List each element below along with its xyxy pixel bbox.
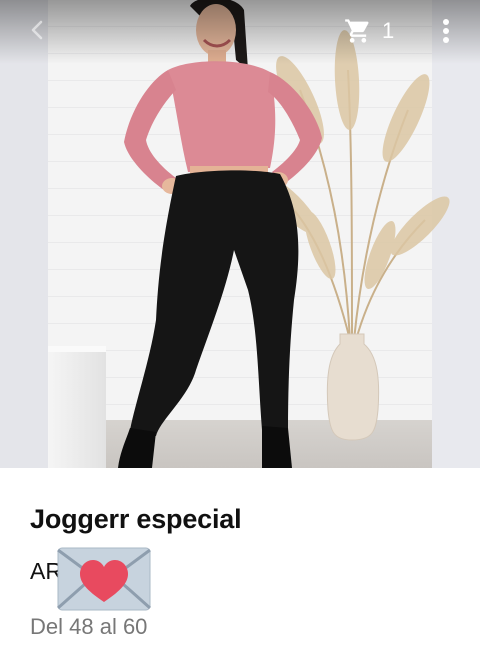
chevron-left-icon [31, 20, 43, 40]
more-options-button[interactable] [434, 16, 458, 46]
cart-button[interactable]: 1 [344, 17, 394, 45]
product-sizes: Del 48 al 60 [30, 614, 148, 639]
love-letter-icon [56, 544, 152, 614]
product-title: Joggerr especial [30, 504, 242, 534]
cart-count-badge: 1 [382, 18, 395, 43]
back-button[interactable] [26, 18, 50, 42]
product-image[interactable] [0, 0, 480, 468]
more-vert-icon [443, 19, 449, 43]
model-illustration [118, 0, 450, 468]
toolbar-scrim [0, 0, 480, 64]
cart-icon [345, 19, 369, 43]
